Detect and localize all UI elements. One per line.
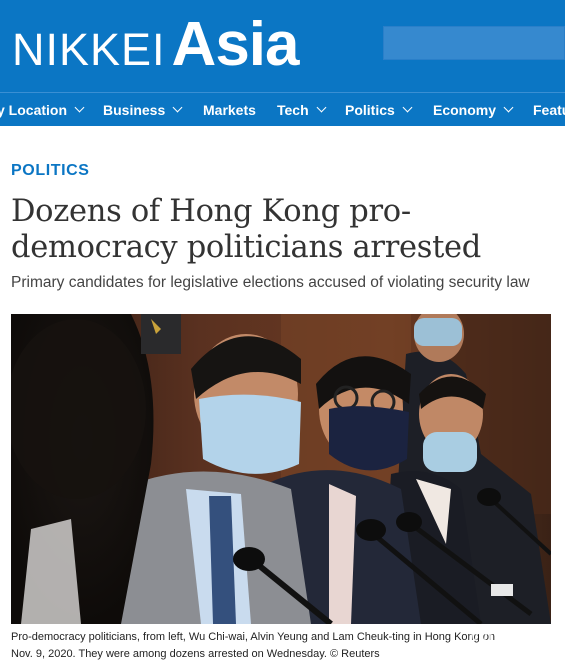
search-box[interactable] (383, 26, 565, 60)
logo-asia-text: Asia (171, 10, 300, 79)
nav-item-label: Featu (533, 101, 565, 118)
article-headline: Dozens of Hong Kong pro-democracy politi… (11, 194, 482, 265)
article-photo (11, 314, 551, 624)
chevron-down-icon (74, 102, 85, 113)
article-subheadline: Primary candidates for legislative elect… (11, 274, 530, 291)
nav-item-location[interactable]: y Location (0, 93, 85, 126)
nav-item-label: Markets (203, 101, 256, 118)
nav-item-label: y Location (0, 101, 68, 118)
nav-item-label: Business (103, 101, 166, 118)
chevron-down-icon (402, 102, 413, 113)
chevron-down-icon (316, 102, 327, 113)
main-nav: y Location Business Markets Tech Politic… (0, 92, 565, 126)
nav-item-economy[interactable]: Economy (433, 93, 514, 126)
nav-item-features[interactable]: Featu (533, 93, 565, 126)
site-logo[interactable]: NIKKEI Asia (12, 10, 300, 80)
nav-item-label: Economy (433, 101, 497, 118)
section-label[interactable]: POLITICS (11, 162, 90, 180)
nav-item-politics[interactable]: Politics (345, 93, 413, 126)
chevron-down-icon (503, 102, 514, 113)
nav-item-business[interactable]: Business (103, 93, 183, 126)
site-header: NIKKEI Asia (0, 0, 565, 92)
logo-nikkei-text: NIKKEI (12, 24, 166, 75)
nav-item-label: Politics (345, 101, 395, 118)
nav-item-tech[interactable]: Tech (277, 93, 327, 126)
chevron-down-icon (172, 102, 183, 113)
nav-item-markets[interactable]: Markets (203, 93, 256, 126)
nav-item-label: Tech (277, 101, 309, 118)
watermark-text: mnyOu (470, 627, 524, 643)
caption-line-2: Nov. 9, 2020. They were among dozens arr… (11, 648, 380, 660)
